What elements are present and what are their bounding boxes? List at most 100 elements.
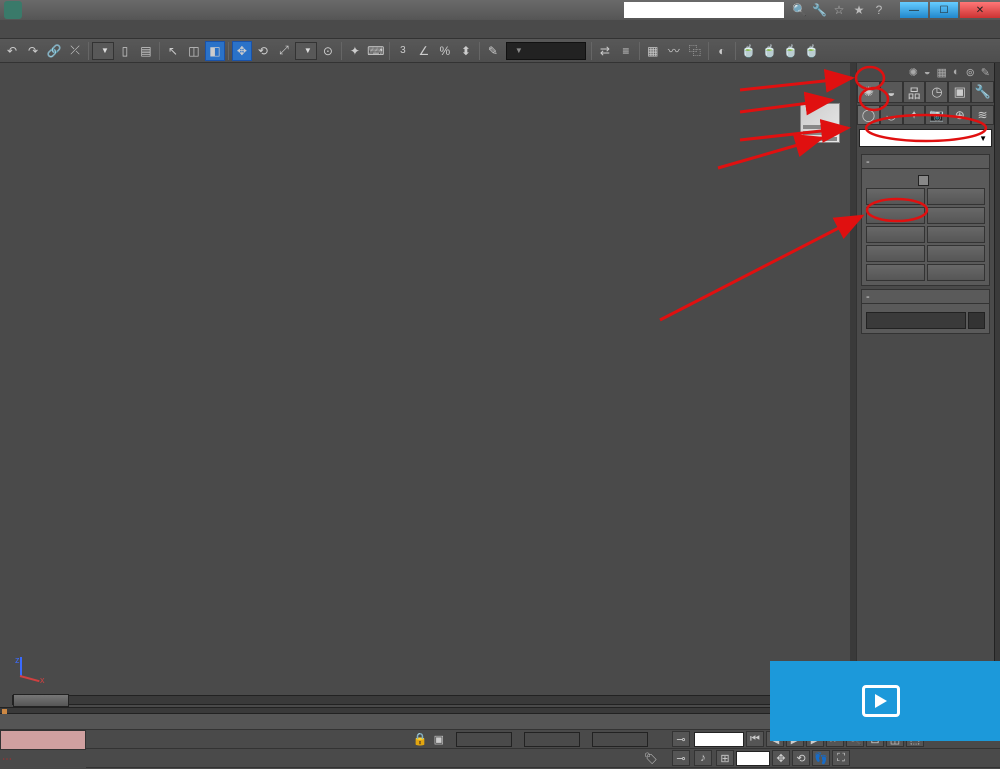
- search-icon[interactable]: 🔍: [792, 3, 806, 17]
- tab-hierarchy[interactable]: 品: [903, 81, 926, 103]
- subtab-geometry[interactable]: ◯: [857, 105, 880, 125]
- render-setup-icon[interactable]: 🍵: [739, 41, 759, 61]
- select-object-icon[interactable]: ↖: [163, 41, 183, 61]
- key-icon[interactable]: 🔧: [812, 3, 826, 17]
- select-region-icon[interactable]: ◫: [184, 41, 204, 61]
- extra-icon-1[interactable]: ✺: [909, 66, 918, 79]
- prim-pyramid[interactable]: [927, 245, 986, 262]
- named-sel-edit-icon[interactable]: ✎: [483, 41, 503, 61]
- maximize-button[interactable]: ☐: [930, 2, 958, 18]
- nav-orbit-icon[interactable]: ⟲: [792, 750, 810, 766]
- selected-set-input[interactable]: [694, 732, 744, 747]
- extra-icon-5[interactable]: ⊚: [966, 66, 975, 79]
- tab-display[interactable]: ▣: [948, 81, 971, 103]
- app-icon[interactable]: [4, 1, 22, 19]
- undo-icon[interactable]: ↶: [2, 41, 22, 61]
- pivot-icon[interactable]: ⊙: [318, 41, 338, 61]
- subtab-helpers[interactable]: ⊕: [948, 105, 971, 125]
- window-crossing-icon[interactable]: ◧: [205, 41, 225, 61]
- panel-scroll[interactable]: [994, 63, 1000, 693]
- select-icon[interactable]: ▯: [115, 41, 135, 61]
- menu-tools[interactable]: [14, 27, 26, 31]
- snap-toggle-icon[interactable]: 3: [393, 41, 413, 61]
- redo-icon[interactable]: ↷: [23, 41, 43, 61]
- prim-cylinder[interactable]: [866, 226, 925, 243]
- current-frame-input[interactable]: [736, 751, 770, 766]
- coord-y[interactable]: [524, 732, 580, 747]
- ref-coord-combo[interactable]: ▼: [295, 42, 317, 60]
- subtab-cameras[interactable]: 📷: [925, 105, 948, 125]
- manipulate-icon[interactable]: ✦: [345, 41, 365, 61]
- category-dropdown[interactable]: ▼: [859, 129, 992, 147]
- select-move-icon[interactable]: ✥: [232, 41, 252, 61]
- prim-geosphere[interactable]: [927, 207, 986, 224]
- menu-create[interactable]: [50, 27, 62, 31]
- star-icon[interactable]: ☆: [832, 3, 846, 17]
- help-search-input[interactable]: [624, 2, 784, 18]
- viewport-scroll[interactable]: [850, 63, 856, 693]
- setkey-large-icon[interactable]: ⊸: [672, 750, 690, 766]
- select-scale-icon[interactable]: ⤢: [274, 41, 294, 61]
- tab-motion[interactable]: ◷: [925, 81, 948, 103]
- angle-snap-icon[interactable]: ∠: [414, 41, 434, 61]
- mirror-icon[interactable]: ⇄: [595, 41, 615, 61]
- selection-filter-combo[interactable]: ▼: [92, 42, 114, 60]
- menu-animation[interactable]: [74, 27, 86, 31]
- extra-icon-6[interactable]: ✎: [981, 66, 990, 79]
- menu-edit[interactable]: [2, 27, 14, 31]
- menu-maxscript[interactable]: [122, 27, 134, 31]
- render-prod-icon[interactable]: 🍵: [802, 41, 822, 61]
- nav-maximize-icon[interactable]: ⛶: [832, 750, 850, 766]
- coord-z[interactable]: [592, 732, 648, 747]
- time-config-btn[interactable]: ⊞: [716, 750, 734, 766]
- extra-icon-3[interactable]: ▦: [937, 66, 947, 79]
- favorite-icon[interactable]: ★: [852, 3, 866, 17]
- menu-customize[interactable]: [110, 27, 122, 31]
- prim-teapot[interactable]: [866, 264, 925, 281]
- render-icon[interactable]: 🍵: [781, 41, 801, 61]
- isolate-icon[interactable]: ▣: [434, 733, 444, 746]
- subtab-lights[interactable]: ✦: [903, 105, 926, 125]
- object-name-input[interactable]: [866, 312, 966, 329]
- tab-utilities[interactable]: 🔧: [971, 81, 994, 103]
- prim-box[interactable]: [866, 188, 925, 205]
- rollout-namecolor[interactable]: -: [861, 289, 990, 304]
- menu-view[interactable]: [38, 27, 50, 31]
- nav-pan-icon[interactable]: ✥: [772, 750, 790, 766]
- coord-x[interactable]: [456, 732, 512, 747]
- prim-sphere[interactable]: [866, 207, 925, 224]
- align-icon[interactable]: ≡: [616, 41, 636, 61]
- curve-editor-icon[interactable]: 〰: [664, 41, 684, 61]
- keyboard-shortcut-icon[interactable]: ⌨: [366, 41, 386, 61]
- rollout-objecttype[interactable]: -: [861, 154, 990, 169]
- menu-rendering[interactable]: [98, 27, 110, 31]
- menu-group[interactable]: [26, 27, 38, 31]
- layers-icon[interactable]: ▦: [643, 41, 663, 61]
- key-mode-icon[interactable]: ⊸: [672, 731, 690, 747]
- subtab-systems[interactable]: ≋: [971, 105, 994, 125]
- lock-icon[interactable]: 🔒: [413, 732, 428, 746]
- extra-icon-2[interactable]: ◒: [924, 66, 931, 78]
- help-icon[interactable]: ?: [872, 3, 886, 17]
- unlink-icon[interactable]: ⤫: [65, 41, 85, 61]
- tab-modify[interactable]: ◒: [880, 81, 903, 103]
- menu-help[interactable]: [134, 27, 146, 31]
- render-frame-icon[interactable]: 🍵: [760, 41, 780, 61]
- material-editor-icon[interactable]: ◐: [712, 41, 732, 61]
- schematic-icon[interactable]: ⿻: [685, 41, 705, 61]
- subtab-shapes[interactable]: ◡: [880, 105, 903, 125]
- extra-icon-4[interactable]: ◐: [953, 66, 960, 78]
- select-rotate-icon[interactable]: ⟲: [253, 41, 273, 61]
- select-name-icon[interactable]: ▤: [136, 41, 156, 61]
- tab-create[interactable]: ✺: [857, 81, 880, 103]
- prim-plane[interactable]: [927, 264, 986, 281]
- prim-torus[interactable]: [866, 245, 925, 262]
- percent-snap-icon[interactable]: %: [435, 41, 455, 61]
- minilistener[interactable]: [0, 730, 86, 750]
- spinner-snap-icon[interactable]: ⬍: [456, 41, 476, 61]
- viewport[interactable]: zx: [0, 63, 856, 693]
- keyfilter-icon[interactable]: ♪: [694, 750, 712, 766]
- menu-modifiers[interactable]: [62, 27, 74, 31]
- link-icon[interactable]: 🔗: [44, 41, 64, 61]
- goto-start-icon[interactable]: ⏮: [746, 731, 764, 747]
